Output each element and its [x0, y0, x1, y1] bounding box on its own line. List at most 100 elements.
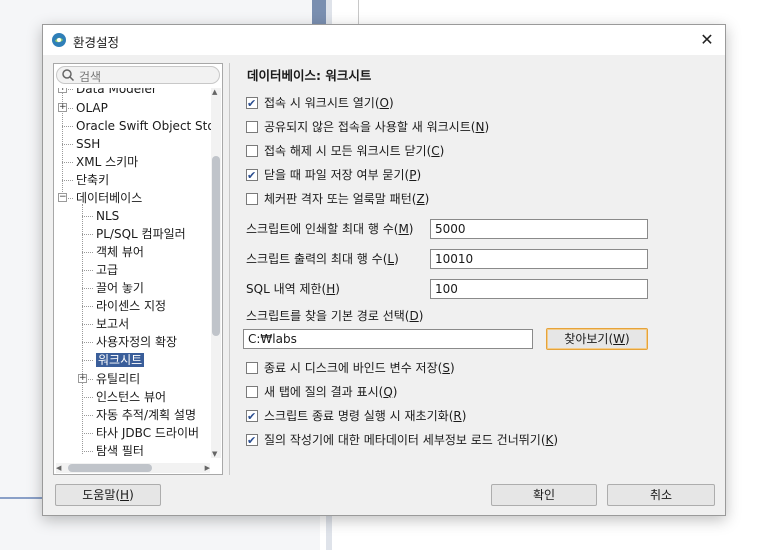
checkbox-unchecked[interactable]	[246, 362, 258, 374]
tree-item-label: 고급	[96, 263, 119, 277]
checkbox-unchecked[interactable]	[246, 193, 258, 205]
scroll-up-icon[interactable]: ▲	[212, 88, 217, 96]
help-button[interactable]: 도움말(H)	[55, 484, 161, 506]
checkbox-unchecked[interactable]	[246, 145, 258, 157]
tree-item-label: PL/SQL 컴파일러	[96, 227, 186, 241]
tree-item[interactable]: 단축키	[76, 171, 109, 189]
tree-item-label: 사용자정의 확장	[96, 335, 178, 349]
browse-button-label-text: 찾아보기	[564, 332, 609, 346]
scroll-right-icon[interactable]: ▶	[205, 464, 210, 472]
collapse-icon[interactable]: −	[58, 193, 67, 202]
section-title: 데이터베이스: 워크시트	[247, 68, 372, 83]
tree-item-label: XML 스키마	[76, 155, 139, 169]
tree-item-label: 라이센스 지정	[96, 299, 167, 313]
tree-horizontal-scrollbar[interactable]: ◀ ▶	[56, 463, 210, 473]
tree-item[interactable]: NLS	[96, 207, 119, 225]
field-label: 스크립트 출력의 최대 행 수(L)	[246, 252, 399, 266]
panel-splitter[interactable]	[229, 63, 230, 475]
cancel-button[interactable]: 취소	[607, 484, 715, 506]
cancel-button-label: 취소	[649, 488, 673, 502]
tree-item[interactable]: 데이터베이스	[76, 189, 142, 207]
checkbox-label-text: 접속 해제 시 모든 워크시트 닫기	[264, 144, 427, 158]
field-label-mnemonic: L	[387, 252, 395, 266]
tree-connector	[82, 288, 93, 289]
tree-item[interactable]: 탐색 필터	[96, 442, 144, 456]
number-input[interactable]: 5000	[430, 219, 648, 239]
checkbox-label: 질의 작성기에 대한 메타데이터 세부정보 로드 건너뛰기(K)	[264, 433, 559, 447]
checkbox-label: 체커판 격자 또는 얼룩말 패턴(Z)	[264, 192, 430, 206]
tree-item[interactable]: Oracle Swift Object Sto	[76, 117, 212, 135]
checkbox-checked[interactable]	[246, 408, 258, 426]
tree-item[interactable]: 라이센스 지정	[96, 297, 166, 315]
checkbox-label-text: 스크립트 종료 명령 실행 시 재초기화	[264, 409, 449, 423]
checkbox-label-text: 접속 시 워크시트 열기	[264, 96, 375, 110]
tree-item-label: NLS	[96, 209, 120, 223]
tree-vertical-scrollbar[interactable]: ▲ ▼	[211, 88, 221, 458]
field-label-text: 스크립트에 인쇄할 최대 행 수	[246, 222, 394, 236]
checkbox-label: 스크립트 종료 명령 실행 시 재초기화(R)	[264, 409, 467, 423]
tree-item-label: 인스턴스 뷰어	[96, 390, 167, 404]
tree-item[interactable]: 타사 JDBC 드라이버	[96, 424, 199, 442]
tree-item[interactable]: XML 스키마	[76, 153, 138, 171]
checkbox-label-mnemonic: K	[545, 433, 554, 447]
browse-button[interactable]: 찾아보기(W)	[546, 328, 648, 350]
tree-item[interactable]: 유틸리티	[96, 370, 140, 388]
preferences-dialog: 환경설정 ✕ 검색 + Data Modeler + OLAP Oracle Swift…	[42, 24, 726, 516]
tree-item[interactable]: 객체 뷰어	[96, 243, 144, 261]
sql-developer-icon	[52, 33, 66, 47]
close-icon: ✕	[700, 30, 714, 49]
expand-icon[interactable]: +	[58, 88, 67, 93]
tree-guide-line	[82, 204, 83, 454]
checkbox-label-text: 체커판 격자 또는 얼룩말 패턴	[264, 192, 412, 206]
checkbox-unchecked[interactable]	[246, 121, 258, 133]
checkbox-label-mnemonic: R	[453, 409, 462, 423]
close-button[interactable]: ✕	[695, 28, 719, 52]
tree-item[interactable]: PL/SQL 컴파일러	[96, 225, 186, 243]
tree-item-label: 보고서	[96, 317, 130, 331]
checkbox-checked[interactable]	[246, 95, 258, 113]
tree-item[interactable]: 자동 추적/계획 설명	[96, 406, 196, 424]
tree-vertical-scroll-thumb[interactable]	[212, 156, 220, 336]
checkbox-label-text: 공유되지 않은 접속을 사용할 새 워크시트	[264, 120, 471, 134]
path-label-mnemonic: D	[409, 309, 419, 323]
script-path-input[interactable]: C:₩labs	[243, 329, 533, 349]
tree-item[interactable]: OLAP	[76, 99, 108, 117]
tree-item-label: OLAP	[76, 101, 108, 115]
checkbox-label-text: 닫을 때 파일 저장 여부 묻기	[264, 168, 405, 182]
number-input[interactable]: 10010	[430, 249, 648, 269]
ok-button[interactable]: 확인	[491, 484, 597, 506]
tree-item[interactable]: 워크시트	[96, 351, 145, 369]
number-input[interactable]: 100	[430, 279, 648, 299]
checkbox-unchecked[interactable]	[246, 386, 258, 398]
tree-item-label: 타사 JDBC 드라이버	[96, 426, 200, 440]
tree-connector	[62, 162, 73, 163]
checkbox-label: 닫을 때 파일 저장 여부 묻기(P)	[264, 168, 422, 182]
tree-item[interactable]: 보고서	[96, 315, 129, 333]
tree-item[interactable]: 사용자정의 확장	[96, 333, 177, 351]
tree-horizontal-scroll-thumb[interactable]	[68, 464, 152, 472]
search-input[interactable]: 검색	[56, 66, 220, 84]
ok-button-label: 확인	[532, 488, 556, 502]
tree-item[interactable]: 끌어 놓기	[96, 279, 144, 297]
checkbox-label-text: 새 탭에 질의 결과 표시	[264, 385, 379, 399]
checkbox-checked[interactable]	[246, 432, 258, 450]
checkbox-label-mnemonic: C	[431, 144, 440, 158]
checkbox-checked[interactable]	[246, 167, 258, 185]
tree-item[interactable]: Data Modeler	[76, 88, 157, 98]
checkbox-label-mnemonic: Q	[383, 385, 393, 399]
background-app-underline	[0, 497, 42, 499]
search-icon	[62, 69, 75, 82]
tree-item[interactable]: 고급	[96, 261, 118, 279]
tree-connector	[82, 433, 93, 434]
expand-icon[interactable]: +	[58, 103, 67, 112]
tree-item[interactable]: 인스턴스 뷰어	[96, 388, 166, 406]
category-tree: + Data Modeler + OLAP Oracle Swift Object St…	[54, 88, 212, 456]
tree-connector	[62, 126, 73, 127]
scroll-left-icon[interactable]: ◀	[56, 464, 61, 472]
tree-item-label: 유틸리티	[96, 372, 141, 386]
scroll-down-icon[interactable]: ▼	[212, 450, 217, 458]
field-label: SQL 내역 제한(H)	[246, 282, 340, 296]
expand-icon[interactable]: +	[78, 374, 87, 383]
checkbox-label-mnemonic: O	[379, 96, 389, 110]
tree-item[interactable]: SSH	[76, 135, 100, 153]
